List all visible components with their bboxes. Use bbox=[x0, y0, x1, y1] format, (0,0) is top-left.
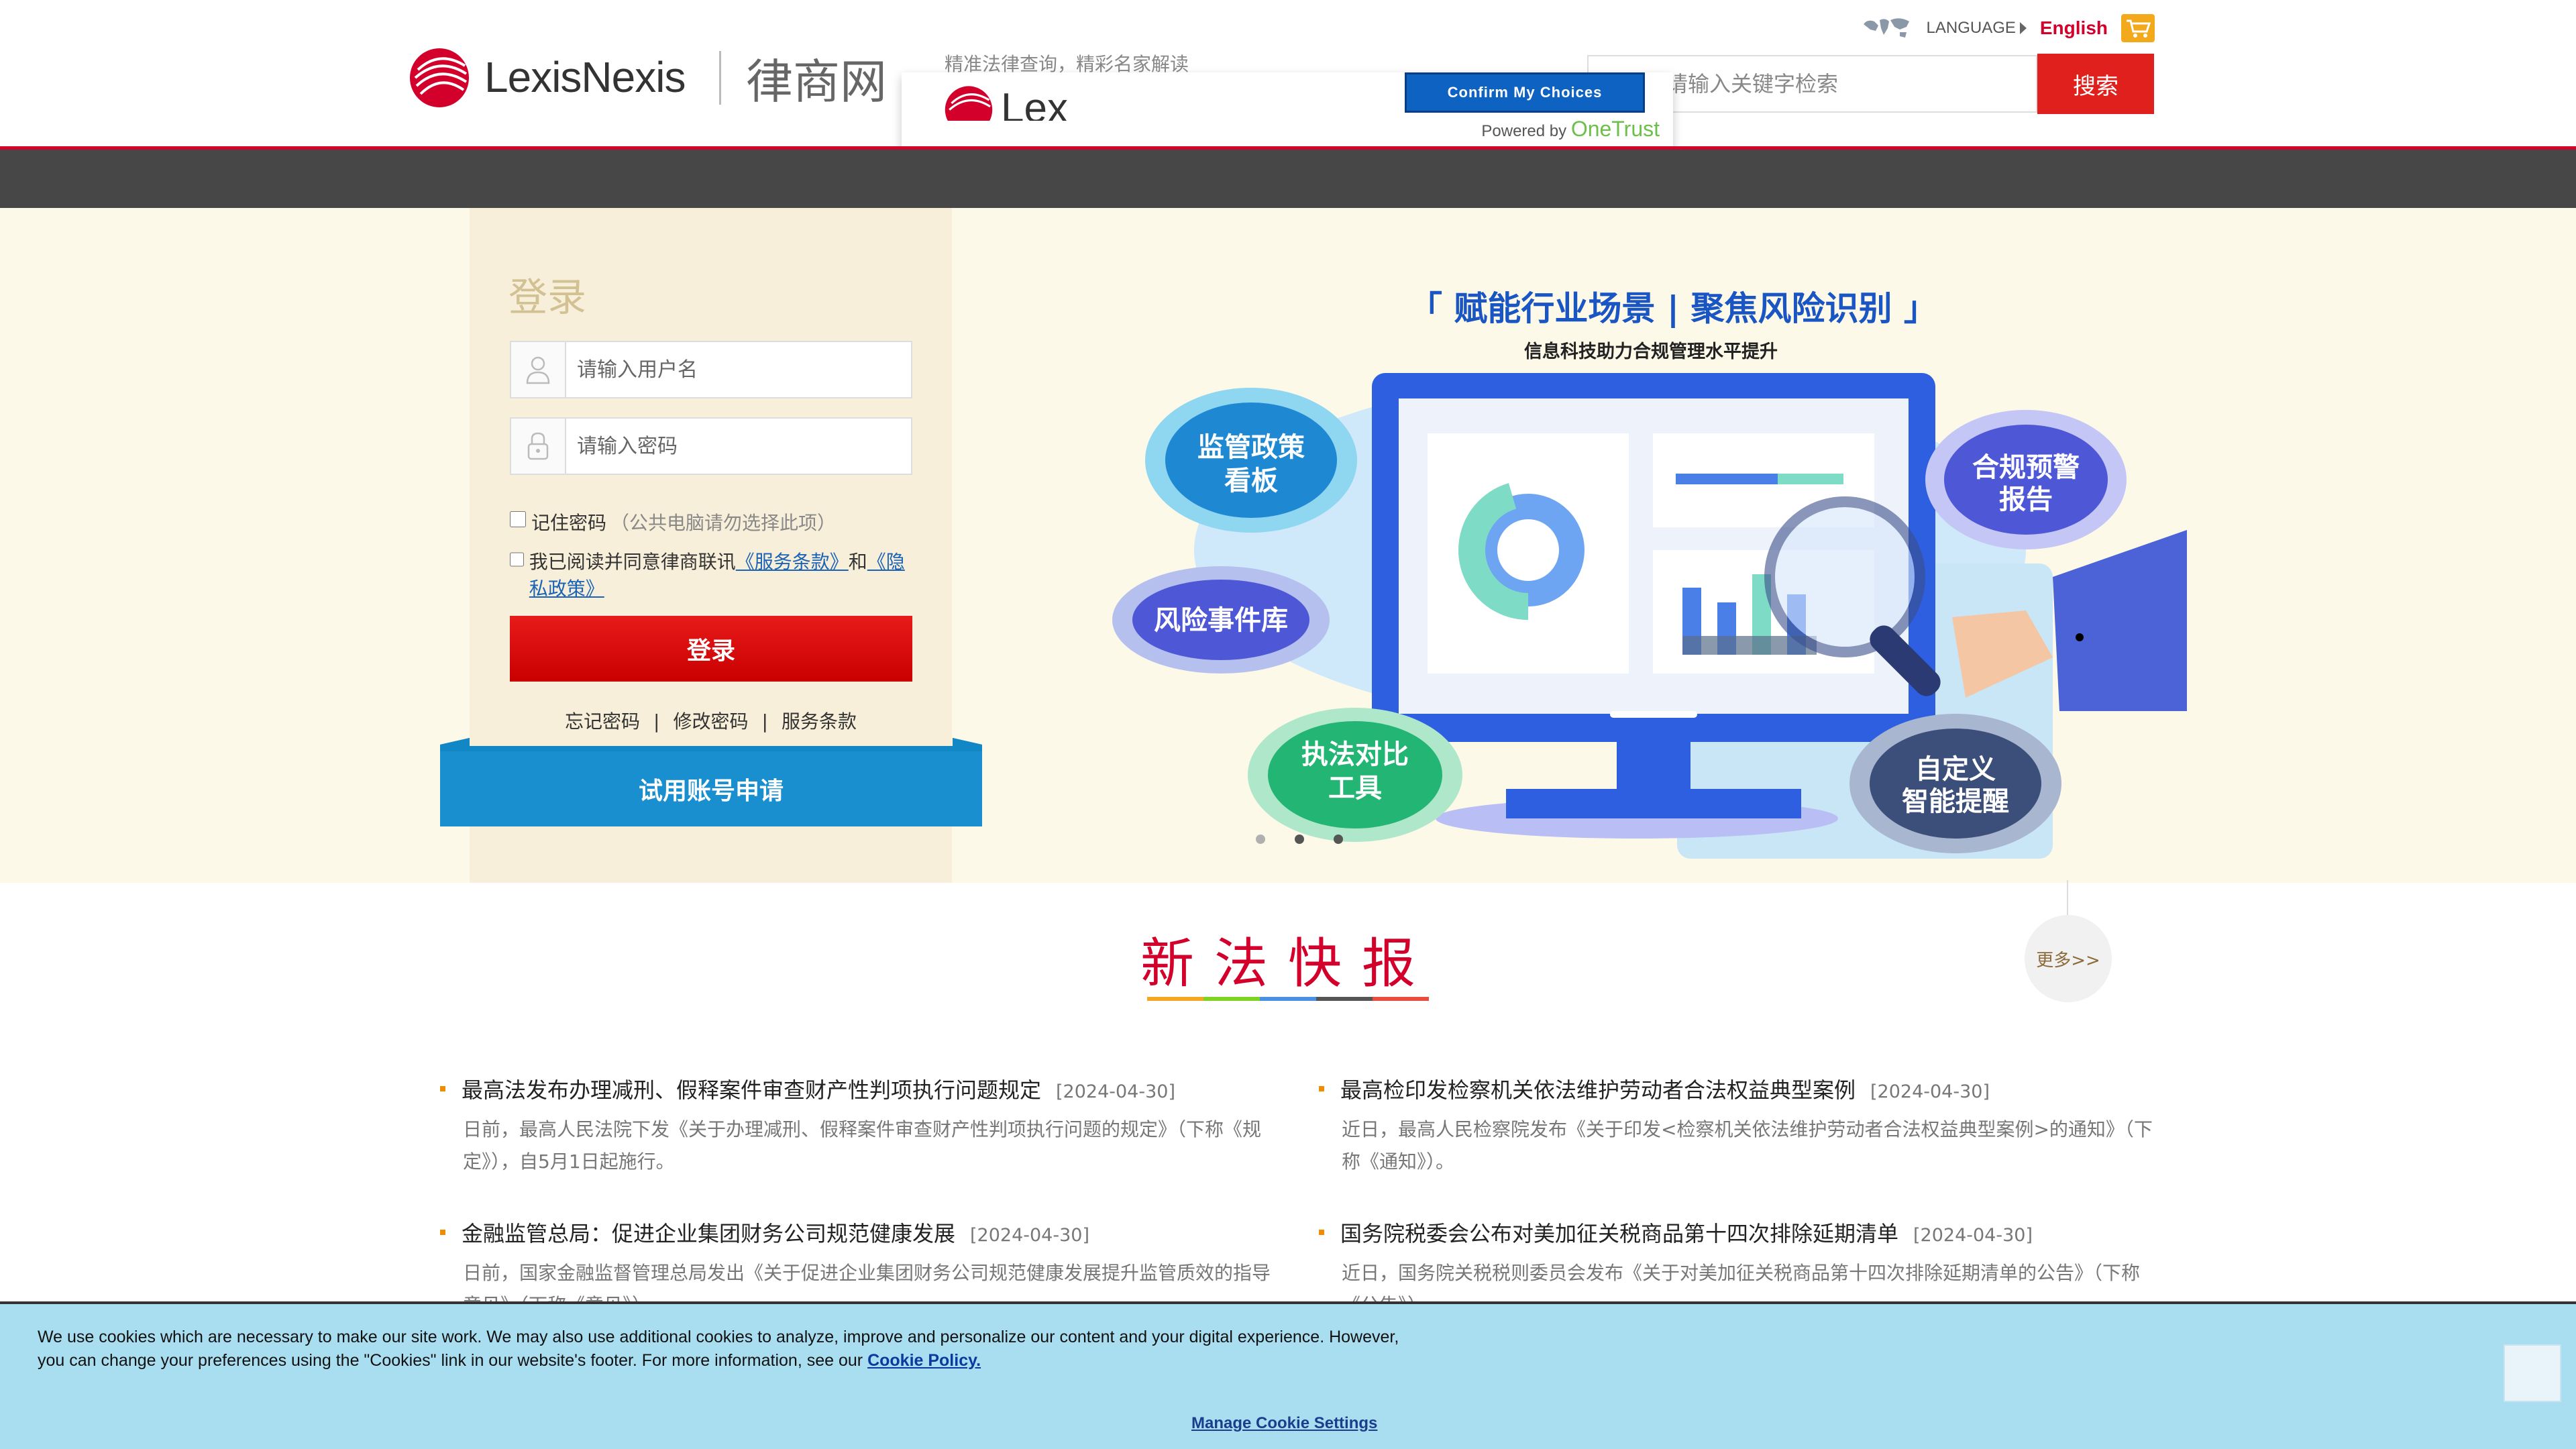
bubble-enforcement-line2: 工具 bbox=[1328, 773, 1382, 804]
powered-by-onetrust[interactable]: Powered by OneTrust bbox=[1481, 117, 1660, 142]
separator: | bbox=[761, 710, 768, 733]
nav-bar bbox=[0, 150, 2576, 208]
bullet-icon bbox=[440, 1230, 445, 1235]
bubble-compliance-alert: 合规预警 报告 bbox=[1925, 410, 2127, 549]
bullet-icon bbox=[1319, 1230, 1324, 1235]
bubble-custom-line2: 智能提醒 bbox=[1902, 786, 2009, 817]
bullet-icon bbox=[440, 1086, 445, 1091]
separator: | bbox=[653, 710, 660, 733]
forgot-password-link[interactable]: 忘记密码 bbox=[565, 710, 640, 733]
news-item: 最高检印发检察机关依法维护劳动者合法权益典型案例 [2024-04-30] 近日，… bbox=[1319, 1073, 2164, 1178]
bubble-risk-events: 风险事件库 bbox=[1112, 566, 1330, 674]
world-map-icon bbox=[1863, 18, 1909, 38]
caret-right-icon[interactable] bbox=[2019, 22, 2027, 34]
onetrust-consent-popup: Lex Confirm My Choices Powered by OneTru… bbox=[902, 72, 1673, 153]
bubble-compliance-line2: 报告 bbox=[1999, 484, 2053, 515]
more-news-button[interactable]: 更多>> bbox=[2025, 915, 2112, 1002]
news-title[interactable]: 最高法发布办理减刑、假释案件审查财产性判项执行问题规定 bbox=[462, 1073, 1041, 1104]
logo-wordmark[interactable]: LexisNexis bbox=[484, 52, 686, 102]
english-link[interactable]: English bbox=[2040, 17, 2108, 39]
news-title[interactable]: 最高检印发检察机关依法维护劳动者合法权益典型案例 bbox=[1340, 1073, 1856, 1104]
logo-chinese-name[interactable]: 律商网 bbox=[746, 44, 887, 112]
password-field bbox=[510, 417, 912, 475]
news-title-underline bbox=[1147, 997, 1429, 1001]
search-button[interactable]: 搜索 bbox=[2037, 54, 2154, 114]
bubble-policy-board-line1: 监管政策 bbox=[1197, 432, 1305, 463]
bullet-icon bbox=[1319, 1086, 1324, 1091]
bubble-risk-events-label: 风险事件库 bbox=[1154, 605, 1288, 636]
login-title: 登录 bbox=[508, 274, 587, 320]
carousel-dot[interactable] bbox=[1334, 835, 1343, 844]
bubble-custom-line1: 自定义 bbox=[1915, 754, 1996, 785]
remember-password-note: （公共电脑请勿选择此项） bbox=[610, 512, 837, 534]
password-input[interactable] bbox=[566, 419, 912, 474]
agree-terms-row: 我已阅读并同意律商联讯《服务条款》和《隐私政策》 bbox=[510, 549, 919, 602]
news-date: [2024-04-30] bbox=[1913, 1225, 2033, 1246]
agree-terms-checkbox[interactable] bbox=[510, 551, 524, 568]
carousel-dot[interactable] bbox=[1295, 835, 1304, 844]
lock-icon bbox=[511, 419, 566, 474]
agree-prefix: 我已阅读并同意律商联讯 bbox=[529, 551, 736, 573]
bubble-enforcement-line1: 执法对比 bbox=[1301, 739, 1409, 770]
carousel-dots bbox=[1256, 835, 1343, 844]
news-item: 最高法发布办理减刑、假释案件审查财产性判项执行问题规定 [2024-04-30] … bbox=[440, 1073, 1285, 1178]
bubble-custom-reminder: 自定义 智能提醒 bbox=[1849, 714, 2061, 853]
and-text: 和 bbox=[848, 551, 867, 573]
remember-password-checkbox[interactable] bbox=[510, 511, 526, 527]
news-summary: 近日，最高人民检察院发布《关于印发<检察机关依法维护劳动者合法权益典型案例>的通… bbox=[1342, 1118, 2153, 1173]
change-password-link[interactable]: 修改密码 bbox=[673, 710, 748, 733]
service-terms-link[interactable]: 服务条款 bbox=[782, 710, 857, 733]
language-label[interactable]: LANGUAGE bbox=[1927, 19, 2016, 38]
banner-illustration[interactable]: 监管政策 看板 风险事件库 执法对比 工具 合规预警 报告 自定义 智能提醒 bbox=[1100, 362, 2187, 872]
username-field bbox=[510, 341, 912, 398]
confirm-my-choices-button[interactable]: Confirm My Choices bbox=[1405, 72, 1645, 113]
news-date: [2024-04-30] bbox=[1870, 1081, 1990, 1102]
bubble-compliance-line1: 合规预警 bbox=[1972, 452, 2080, 483]
news-section-title: 新法快报 bbox=[1140, 932, 1436, 995]
more-button-stem bbox=[2067, 880, 2068, 915]
cookie-banner-text: We use cookies which are necessary to ma… bbox=[38, 1326, 1419, 1373]
logo-divider bbox=[719, 51, 721, 105]
news-date: [2024-04-30] bbox=[970, 1225, 1089, 1246]
magnifier-icon bbox=[1764, 496, 1925, 657]
bubble-policy-board: 监管政策 看板 bbox=[1145, 388, 1357, 533]
cookie-policy-link[interactable]: Cookie Policy. bbox=[867, 1351, 981, 1370]
user-icon bbox=[511, 342, 566, 397]
username-input[interactable] bbox=[566, 342, 912, 397]
login-links: 忘记密码 | 修改密码 | 服务条款 bbox=[470, 707, 952, 734]
language-bar: LANGUAGE English bbox=[1861, 13, 2155, 43]
login-button[interactable]: 登录 bbox=[510, 616, 912, 682]
lexisnexis-logo-icon bbox=[945, 86, 993, 121]
agree-terms-text: 我已阅读并同意律商联讯《服务条款》和《隐私政策》 bbox=[529, 549, 919, 602]
banner-headline: 「 赋能行业场景 | 聚焦风险识别 」 bbox=[1409, 289, 1937, 328]
shopping-cart-icon[interactable] bbox=[2121, 14, 2155, 42]
banner-subhead: 信息科技助力合规管理水平提升 bbox=[1524, 341, 1778, 362]
onetrust-logo-word: Lex bbox=[1001, 85, 1068, 121]
bubble-policy-board-line2: 看板 bbox=[1224, 466, 1278, 496]
powered-by-text: Powered by bbox=[1481, 122, 1567, 140]
remember-password-label[interactable]: 记住密码 bbox=[531, 508, 606, 535]
trial-account-link[interactable]: 试用账号申请 bbox=[440, 771, 982, 806]
news-title[interactable]: 金融监管总局：促进企业集团财务公司规范健康发展 bbox=[462, 1217, 955, 1248]
terms-of-service-link[interactable]: 《服务条款》 bbox=[736, 551, 849, 573]
remember-password-row: 记住密码 （公共电脑请勿选择此项） bbox=[510, 508, 836, 535]
news-date: [2024-04-30] bbox=[1056, 1081, 1175, 1102]
onetrust-logo: Lex bbox=[942, 82, 1116, 121]
onetrust-brand[interactable]: OneTrust bbox=[1571, 117, 1660, 141]
carousel-dot[interactable] bbox=[1256, 835, 1265, 844]
cookie-close-button[interactable] bbox=[2504, 1344, 2561, 1402]
news-title[interactable]: 国务院税委会公布对美加征关税商品第十四次排除延期清单 bbox=[1340, 1217, 1898, 1248]
cookie-message: We use cookies which are necessary to ma… bbox=[38, 1328, 1399, 1370]
lexisnexis-logo-icon[interactable] bbox=[406, 43, 473, 110]
bubble-enforcement-compare: 执法对比 工具 bbox=[1248, 708, 1462, 842]
manage-cookie-settings-link[interactable]: Manage Cookie Settings bbox=[1191, 1414, 1377, 1433]
news-summary: 日前，最高人民法院下发《关于办理减刑、假释案件审查财产性判项执行问题的规定》（下… bbox=[463, 1118, 1262, 1173]
